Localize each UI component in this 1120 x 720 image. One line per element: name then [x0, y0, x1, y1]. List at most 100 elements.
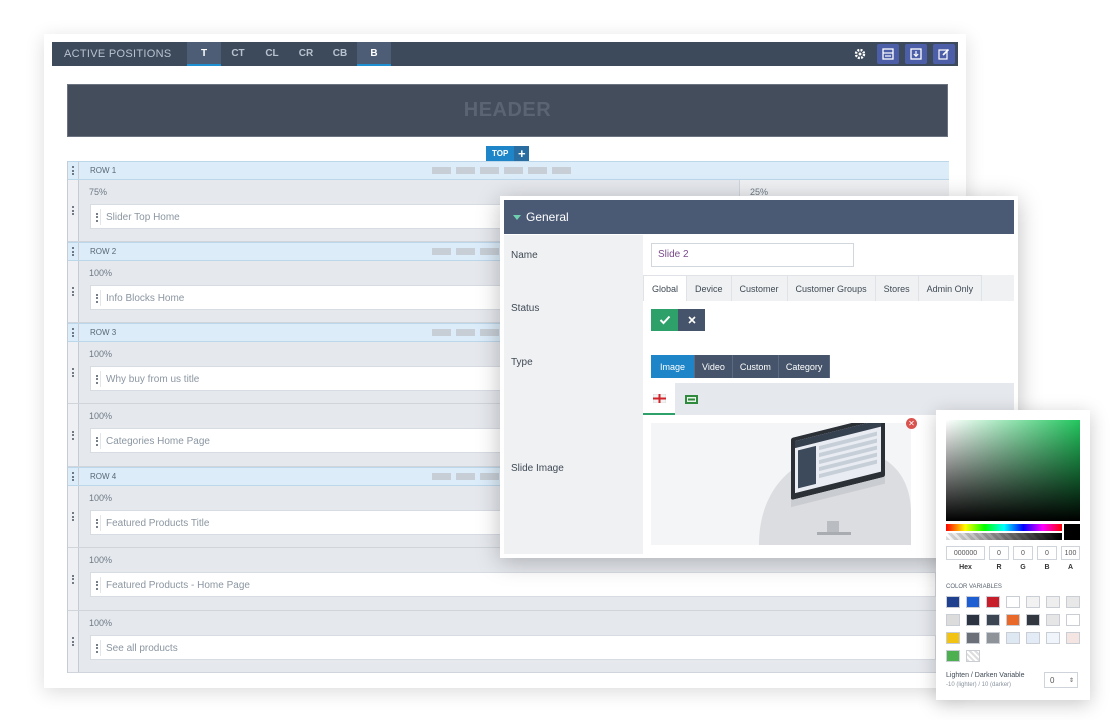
color-variable-swatch[interactable]: [1066, 632, 1080, 644]
tab-customer-groups[interactable]: Customer Groups: [786, 275, 876, 301]
color-variable-swatch[interactable]: [946, 632, 960, 644]
type-video-button[interactable]: Video: [695, 355, 733, 378]
color-variable-swatch[interactable]: [966, 632, 980, 644]
panel-section-header[interactable]: General: [504, 200, 1014, 234]
lighten-darken-label: Lighten / Darken Variable: [946, 672, 1025, 679]
color-variable-swatch[interactable]: [966, 650, 980, 662]
color-variable-swatch[interactable]: [1046, 614, 1060, 626]
tab-customer[interactable]: Customer: [730, 275, 788, 301]
color-variable-swatch[interactable]: [986, 596, 1000, 608]
hex-input[interactable]: 000000: [946, 546, 985, 560]
check-icon[interactable]: [651, 309, 678, 331]
alpha-slider[interactable]: [946, 533, 1062, 540]
stepper-arrows-icon[interactable]: ⇕: [1069, 677, 1074, 684]
column-drag-handle[interactable]: [68, 180, 79, 241]
name-row: Name Slide 2: [504, 235, 1014, 275]
column-drag-handle[interactable]: [68, 548, 79, 610]
a-input[interactable]: 100: [1061, 546, 1080, 560]
color-variable-swatch[interactable]: [1066, 614, 1080, 626]
color-variable-swatch[interactable]: [946, 596, 960, 608]
type-category-button[interactable]: Category: [778, 355, 831, 378]
status-toggle[interactable]: [651, 309, 705, 331]
color-variable-swatch[interactable]: [986, 632, 1000, 644]
tab-position-cl[interactable]: CL: [255, 42, 289, 66]
column-drag-handle[interactable]: [68, 486, 79, 547]
row-column: 100% See all products: [68, 611, 949, 673]
top-position-label: TOP: [486, 146, 515, 161]
row-name: ROW 4: [90, 472, 117, 481]
download-icon[interactable]: [905, 44, 927, 64]
slide-image-preview[interactable]: [651, 423, 911, 545]
color-variable-swatch[interactable]: [1026, 632, 1040, 644]
saturation-value-area[interactable]: [946, 420, 1080, 521]
tab-position-t[interactable]: T: [187, 42, 221, 66]
column-drag-handle[interactable]: [68, 404, 79, 466]
row-actions[interactable]: [432, 167, 571, 174]
positions-toolbar: ACTIVE POSITIONS T CT CL CR CB B: [52, 42, 958, 66]
row-drag-handle[interactable]: [68, 324, 79, 341]
color-variable-swatch[interactable]: [946, 650, 960, 662]
column-width: 75%: [89, 187, 108, 197]
color-variable-swatch[interactable]: [986, 614, 1000, 626]
color-variable-swatch[interactable]: [966, 614, 980, 626]
type-image-button[interactable]: Image: [651, 355, 696, 378]
gear-icon[interactable]: [849, 44, 871, 64]
lighten-darken-input[interactable]: 0 ⇕: [1044, 672, 1078, 688]
color-variable-swatch[interactable]: [1006, 596, 1020, 608]
alt-flag-icon[interactable]: [675, 383, 707, 415]
column-drag-handle[interactable]: [68, 611, 79, 672]
type-custom-button[interactable]: Custom: [732, 355, 779, 378]
tab-position-cb[interactable]: CB: [323, 42, 357, 66]
slide-image-label: Slide Image: [504, 383, 643, 554]
tab-stores[interactable]: Stores: [874, 275, 919, 301]
tab-position-b[interactable]: B: [357, 42, 391, 66]
remove-image-icon[interactable]: ✕: [906, 418, 917, 429]
module-item[interactable]: Featured Products - Home Page: [90, 572, 936, 597]
tab-position-cr[interactable]: CR: [289, 42, 323, 66]
top-position-pill: TOP +: [486, 146, 530, 161]
edit-icon[interactable]: [933, 44, 955, 64]
color-variable-swatch[interactable]: [966, 596, 980, 608]
tab-admin-only[interactable]: Admin Only: [917, 275, 983, 301]
current-color-swatch: [1064, 524, 1080, 540]
english-flag-icon[interactable]: [643, 383, 675, 415]
row-drag-handle[interactable]: [68, 243, 79, 260]
color-variable-swatch[interactable]: [1006, 632, 1020, 644]
r-input[interactable]: 0: [989, 546, 1009, 560]
layout-save-icon[interactable]: [877, 44, 899, 64]
row-drag-handle[interactable]: [68, 468, 79, 485]
header-position-block: HEADER: [67, 84, 948, 137]
color-variable-swatch[interactable]: [1026, 596, 1040, 608]
add-row-button[interactable]: +: [514, 146, 530, 161]
color-value-inputs: 000000 0 0 0 100: [946, 546, 1080, 560]
hue-slider[interactable]: [946, 524, 1062, 531]
tab-device[interactable]: Device: [686, 275, 732, 301]
color-variable-swatch[interactable]: [1066, 596, 1080, 608]
header-label: HEADER: [463, 99, 552, 121]
close-icon[interactable]: [678, 309, 705, 331]
column-drag-handle[interactable]: [68, 342, 79, 403]
column-width: 100%: [89, 618, 113, 628]
color-variable-swatch[interactable]: [1006, 614, 1020, 626]
row-drag-handle[interactable]: [68, 162, 79, 179]
color-variable-swatch[interactable]: [946, 614, 960, 626]
module-item[interactable]: See all products: [90, 635, 936, 660]
b-input[interactable]: 0: [1037, 546, 1057, 560]
color-picker-popup: 000000 0 0 0 100 Hex R G B A COLOR VARIA…: [936, 410, 1090, 700]
color-variable-swatch[interactable]: [1026, 614, 1040, 626]
color-value-labels: Hex R G B A: [946, 564, 1080, 571]
g-input[interactable]: 0: [1013, 546, 1033, 560]
lighten-darken-hint: -10 (lighter) / 10 (darker): [946, 682, 1012, 688]
panel-section-title: General: [526, 210, 569, 224]
color-variable-swatch[interactable]: [1046, 632, 1060, 644]
module-name: Featured Products Title: [106, 518, 210, 529]
tab-position-ct[interactable]: CT: [221, 42, 255, 66]
color-variable-swatch[interactable]: [1046, 596, 1060, 608]
column-width: 100%: [89, 411, 113, 421]
name-field[interactable]: Slide 2: [651, 243, 854, 267]
row-name: ROW 1: [90, 166, 117, 175]
color-variables-title: COLOR VARIABLES: [946, 584, 1002, 590]
tab-global[interactable]: Global: [643, 275, 688, 301]
row-header: ROW 1: [68, 161, 949, 180]
column-drag-handle[interactable]: [68, 261, 79, 322]
